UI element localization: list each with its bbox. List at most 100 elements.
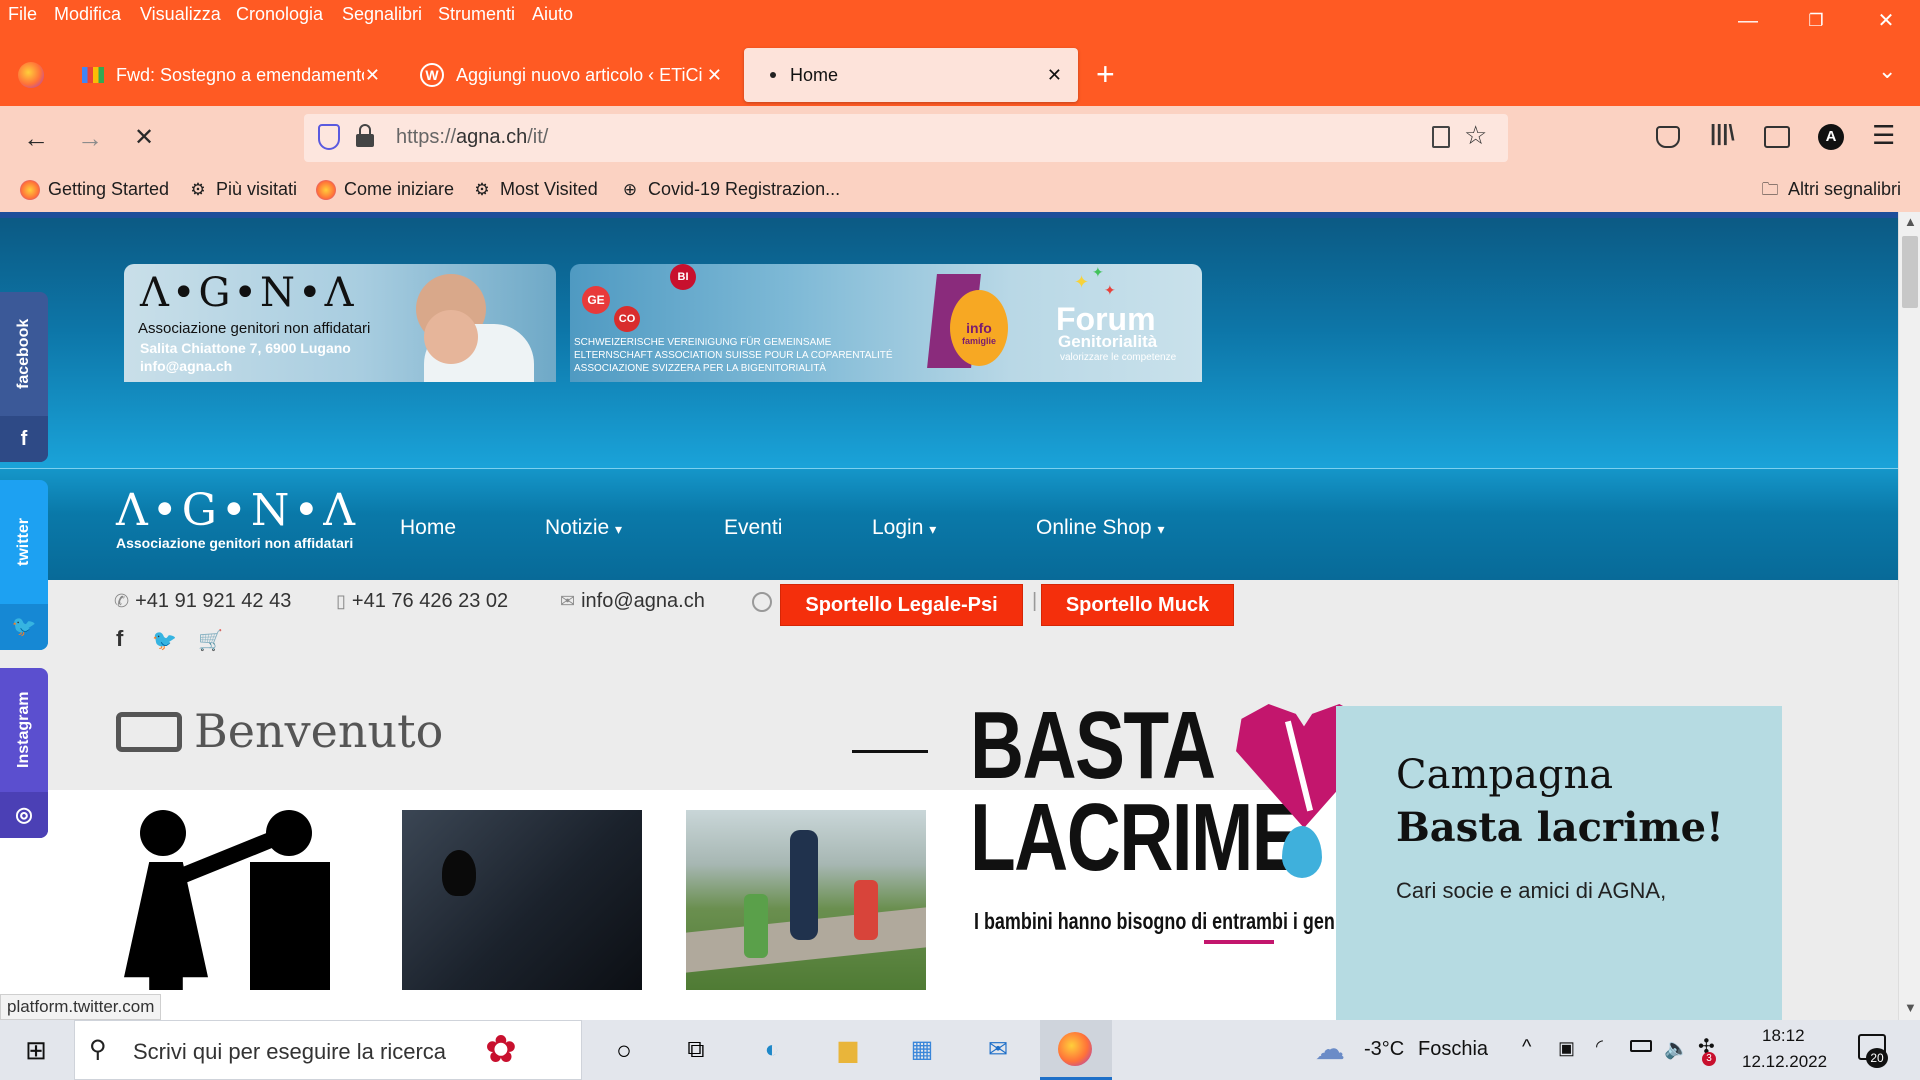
twitter-share[interactable]: twitter 🐦: [0, 480, 48, 650]
reader-view-icon[interactable]: [1432, 126, 1450, 148]
weather-desc[interactable]: Foschia: [1418, 1038, 1488, 1061]
cortana-icon[interactable]: ○: [604, 1030, 644, 1070]
tracking-shield-icon[interactable]: [318, 124, 340, 150]
volume-icon[interactable]: 🔈: [1664, 1036, 1689, 1061]
page-scrollbar[interactable]: ▲ ▼: [1898, 212, 1920, 1020]
new-tab-icon[interactable]: +: [1096, 56, 1115, 93]
battery-icon[interactable]: [1630, 1040, 1652, 1052]
welcome-heading: Benvenuto: [194, 704, 444, 758]
phone-1[interactable]: ✆ +41 91 921 42 43: [114, 590, 291, 613]
hamburger-menu-icon[interactable]: ☰: [1872, 120, 1895, 151]
meet-now-icon[interactable]: ▣: [1558, 1038, 1575, 1059]
tab-label: Aggiungi nuovo articolo ‹ ETiCi: [456, 64, 703, 85]
tab-fwd-sostegno[interactable]: Fwd: Sostegno a emendamento ✕: [72, 48, 390, 102]
task-view-icon[interactable]: ⧉: [676, 1030, 716, 1070]
facebook-share[interactable]: facebook f: [0, 292, 48, 462]
facebook-icon[interactable]: f: [116, 626, 123, 652]
tab-label: Fwd: Sostegno a emendamento: [116, 64, 364, 85]
taskbar-search-box[interactable]: ⚲ Scrivi qui per eseguire la ricerca ✿: [74, 1020, 582, 1080]
forum-subtitle: Genitorialità: [1058, 332, 1158, 351]
tab-aggiungi-articolo[interactable]: W Aggiungi nuovo articolo ‹ ETiCi ✕: [410, 48, 734, 102]
nav-home[interactable]: Home: [400, 516, 456, 540]
edge-icon[interactable]: ◐: [752, 1030, 792, 1070]
scroll-thumb[interactable]: [1902, 236, 1918, 308]
account-avatar[interactable]: A: [1818, 124, 1844, 150]
menu-aiuto[interactable]: Aiuto: [532, 4, 573, 28]
close-window-icon[interactable]: ✕: [1862, 8, 1910, 34]
bookmark-piu-visitati[interactable]: ⚙ Più visitati: [188, 179, 297, 200]
bookmark-getting-started[interactable]: Getting Started: [20, 179, 169, 200]
close-tab-icon[interactable]: ✕: [707, 65, 722, 86]
thumbnail-stairs[interactable]: [402, 810, 642, 990]
thumbnail-parents[interactable]: [116, 810, 356, 990]
campaign-heading: Campagna: [1396, 752, 1614, 798]
nav-online-shop[interactable]: Online Shop ▾: [1036, 516, 1164, 540]
globe-icon: ⊕: [622, 179, 638, 199]
close-tab-icon[interactable]: ✕: [365, 65, 380, 86]
partners-banner[interactable]: GE CO BI SCHWEIZERISCHE VEREINIGUNG FÜR …: [570, 264, 1202, 382]
scroll-down-icon[interactable]: ▼: [1904, 1000, 1917, 1015]
child-photo: [424, 310, 478, 364]
url-bar[interactable]: https://agna.ch/it/ ☆: [304, 114, 1508, 162]
site-logo[interactable]: Λ•G•N•Λ Associazione genitori non affida…: [116, 489, 359, 552]
file-explorer-icon[interactable]: ▆: [828, 1030, 868, 1070]
nav-notizie[interactable]: Notizie ▾: [545, 516, 622, 540]
close-tab-icon[interactable]: ✕: [1047, 65, 1062, 86]
firefox-taskbar-button[interactable]: [1040, 1020, 1112, 1080]
bookmark-covid[interactable]: ⊕ Covid-19 Registrazion...: [620, 179, 840, 200]
twitter-icon[interactable]: 🐦: [152, 628, 177, 653]
other-bookmarks[interactable]: 🗀 Altri segnalibri: [1760, 179, 1902, 200]
email-link[interactable]: ✉ info@agna.ch: [560, 590, 705, 613]
menu-file[interactable]: File: [8, 4, 37, 28]
restore-icon[interactable]: ❐: [1792, 8, 1840, 34]
bookmark-most-visited[interactable]: ⚙ Most Visited: [472, 179, 597, 200]
notification-badge: 3: [1702, 1052, 1716, 1066]
instagram-share[interactable]: Instagram ◎: [0, 668, 48, 838]
menu-cronologia[interactable]: Cronologia: [236, 4, 323, 28]
pocket-icon[interactable]: [1656, 126, 1680, 148]
gebi-text: SCHWEIZERISCHE VEREINIGUNG FÜR GEMEINSAM…: [574, 337, 893, 374]
minimize-icon[interactable]: —: [1724, 8, 1772, 34]
tab-home[interactable]: Home ✕: [744, 48, 1078, 102]
sportello-muck-button[interactable]: Sportello Muck: [1041, 584, 1234, 626]
list-tabs-icon[interactable]: ⌄: [1878, 58, 1896, 84]
campaign-title: Basta lacrime!: [1396, 804, 1724, 851]
bookmark-come-iniziare[interactable]: Come iniziare: [316, 179, 454, 200]
nav-eventi[interactable]: Eventi: [724, 516, 782, 540]
sidebar-icon[interactable]: [1764, 126, 1790, 148]
chevron-up-icon[interactable]: ^: [1522, 1036, 1531, 1059]
thumbnail-family-walk[interactable]: [686, 810, 926, 990]
url-text[interactable]: https://agna.ch/it/: [396, 126, 548, 149]
gear-icon: ⚙: [474, 179, 490, 199]
sportello-legale-button[interactable]: Sportello Legale-Psi: [780, 584, 1023, 626]
clock-date[interactable]: 12.12.2022: [1742, 1052, 1827, 1072]
firefox-icon[interactable]: [18, 62, 44, 88]
lock-icon[interactable]: [356, 124, 374, 148]
phone-2[interactable]: ▯ +41 76 426 23 02: [336, 590, 508, 613]
menu-strumenti[interactable]: Strumenti: [438, 4, 515, 28]
poinsettia-icon: ✿: [485, 1029, 517, 1071]
menu-visualizza[interactable]: Visualizza: [140, 4, 221, 28]
cart-icon[interactable]: 🛒: [198, 628, 223, 653]
menu-modifica[interactable]: Modifica: [54, 4, 121, 28]
scroll-up-icon[interactable]: ▲: [1904, 214, 1917, 229]
windows-start-icon[interactable]: ⊞: [16, 1030, 56, 1070]
browser-chrome: File Modifica Visualizza Cronologia Segn…: [0, 0, 1920, 214]
mail-icon[interactable]: ✉: [978, 1030, 1018, 1070]
store-icon[interactable]: ▦: [902, 1030, 942, 1070]
agna-banner[interactable]: Λ•G•N•Λ Associazione genitori non affida…: [124, 264, 556, 382]
handshake-icon: [116, 712, 182, 752]
back-icon[interactable]: ←: [18, 120, 54, 156]
library-icon[interactable]: |||\: [1710, 120, 1735, 146]
bookmark-star-icon[interactable]: ☆: [1464, 120, 1487, 151]
nav-login[interactable]: Login ▾: [872, 516, 936, 540]
weather-temp[interactable]: -3°C: [1364, 1038, 1404, 1061]
loading-dot-icon: [770, 72, 776, 78]
stop-loading-icon[interactable]: ✕: [126, 120, 162, 156]
weather-icon[interactable]: ☁: [1310, 1030, 1350, 1070]
menu-segnalibri[interactable]: Segnalibri: [342, 4, 422, 28]
clock-time[interactable]: 18:12: [1762, 1026, 1805, 1046]
wifi-icon[interactable]: ◜: [1596, 1036, 1603, 1057]
heading-rule: [852, 750, 928, 753]
forward-icon[interactable]: →: [72, 120, 108, 156]
